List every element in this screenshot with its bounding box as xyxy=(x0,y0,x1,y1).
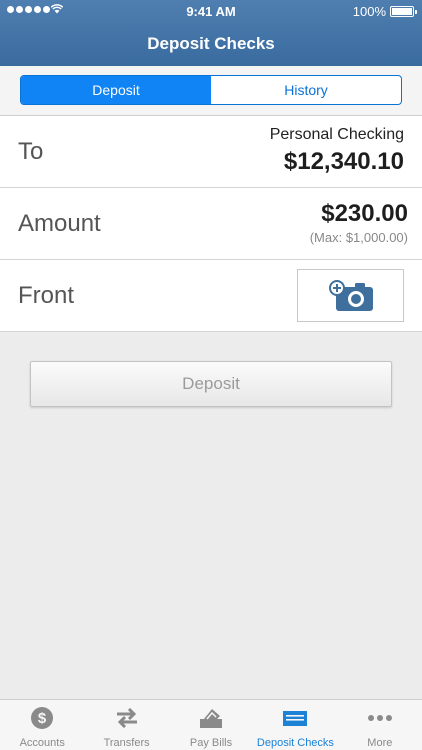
to-account-info: Personal Checking $12,340.10 xyxy=(270,126,404,176)
account-balance: $12,340.10 xyxy=(283,148,404,175)
arrows-icon xyxy=(116,708,137,728)
deposit-button[interactable]: Deposit xyxy=(30,361,392,407)
tab-deposit-checks[interactable]: Deposit Checks xyxy=(253,700,337,750)
deposit-amount: $230.00 xyxy=(321,200,408,227)
status-bar: 9:41 AM 100% xyxy=(0,0,422,22)
front-label: Front xyxy=(18,282,75,309)
to-account-row[interactable]: To Personal Checking $12,340.10 xyxy=(0,116,422,188)
tab-label: Pay Bills xyxy=(189,737,233,749)
amount-label: Amount xyxy=(18,210,101,237)
tab-label: Transfers xyxy=(103,737,150,749)
tab-label: Deposit Checks xyxy=(256,737,334,749)
tab-pay-bills[interactable]: Pay Bills xyxy=(169,700,253,750)
page-title: Deposit Checks xyxy=(147,34,275,53)
tab-accounts[interactable]: $ Accounts xyxy=(0,700,84,750)
nav-header: 9:41 AM 100% Deposit Checks xyxy=(0,0,422,66)
front-image-row: Front xyxy=(0,260,422,332)
more-dots-icon xyxy=(367,715,392,721)
battery-percentage: 100% xyxy=(352,4,386,19)
add-camera-icon xyxy=(329,280,373,311)
segment-bar: Deposit History xyxy=(0,66,422,116)
tab-transfers[interactable]: Transfers xyxy=(84,700,168,750)
svg-text:$: $ xyxy=(38,710,47,727)
check-icon xyxy=(283,711,308,726)
segmented-control: Deposit History xyxy=(20,75,402,105)
amount-info: $230.00 (Max: $1,000.00) xyxy=(310,200,408,245)
segment-history[interactable]: History xyxy=(211,76,401,104)
front-camera-button[interactable] xyxy=(297,269,404,322)
tab-bar: $ Accounts Transfers Pay Bills Deposit C… xyxy=(0,699,422,750)
tab-label: Accounts xyxy=(19,737,65,749)
dollar-coin-icon: $ xyxy=(31,707,54,729)
tab-more[interactable]: More xyxy=(338,700,422,750)
amount-row[interactable]: Amount $230.00 (Max: $1,000.00) xyxy=(0,188,422,260)
battery-icon xyxy=(390,6,417,17)
pay-bills-icon xyxy=(200,709,223,728)
account-name: Personal Checking xyxy=(269,126,404,143)
to-label: To xyxy=(18,138,44,165)
segment-deposit[interactable]: Deposit xyxy=(21,76,211,104)
tab-label: More xyxy=(367,737,393,749)
max-amount-note: (Max: $1,000.00) xyxy=(309,230,408,245)
